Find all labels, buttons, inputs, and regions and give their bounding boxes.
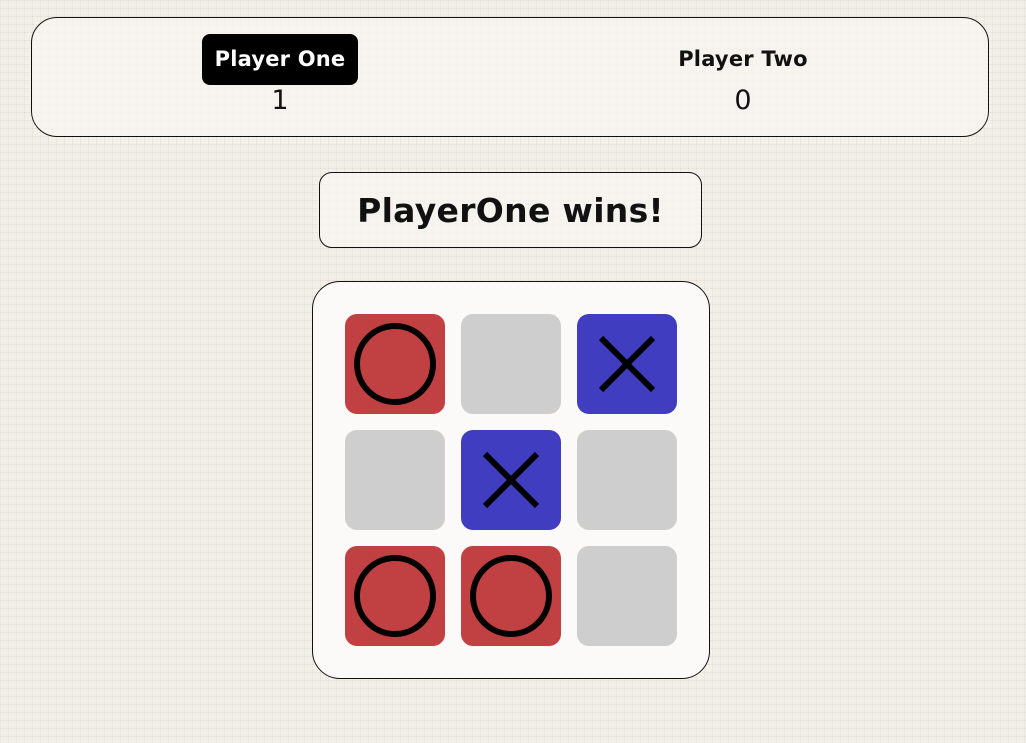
player-one-panel: Player One 1 [180, 34, 380, 116]
game-board [312, 281, 710, 679]
player-one-name: Player One [201, 34, 359, 85]
circle-o-icon [354, 555, 436, 637]
board-cell-r2c3[interactable] [577, 430, 677, 530]
board-cell-r2c1[interactable] [345, 430, 445, 530]
scoreboard: Player One 1 Player Two 0 [31, 17, 989, 137]
circle-o-icon [354, 323, 436, 405]
cross-x-icon [598, 335, 656, 393]
player-two-score: 0 [734, 85, 752, 116]
board-cell-r2c2[interactable] [461, 430, 561, 530]
player-two-panel: Player Two 0 [643, 34, 843, 116]
board-cell-r3c1[interactable] [345, 546, 445, 646]
game-status-text: PlayerOne wins! [357, 190, 664, 230]
board-cell-r1c3[interactable] [577, 314, 677, 414]
player-one-score: 1 [271, 85, 289, 116]
board-cell-r1c2[interactable] [461, 314, 561, 414]
player-two-name: Player Two [678, 47, 808, 71]
board-cell-r3c3[interactable] [577, 546, 677, 646]
board-cell-r3c2[interactable] [461, 546, 561, 646]
cross-x-icon [482, 451, 540, 509]
circle-o-icon [470, 555, 552, 637]
game-status-banner: PlayerOne wins! [319, 172, 702, 248]
board-cell-r1c1[interactable] [345, 314, 445, 414]
